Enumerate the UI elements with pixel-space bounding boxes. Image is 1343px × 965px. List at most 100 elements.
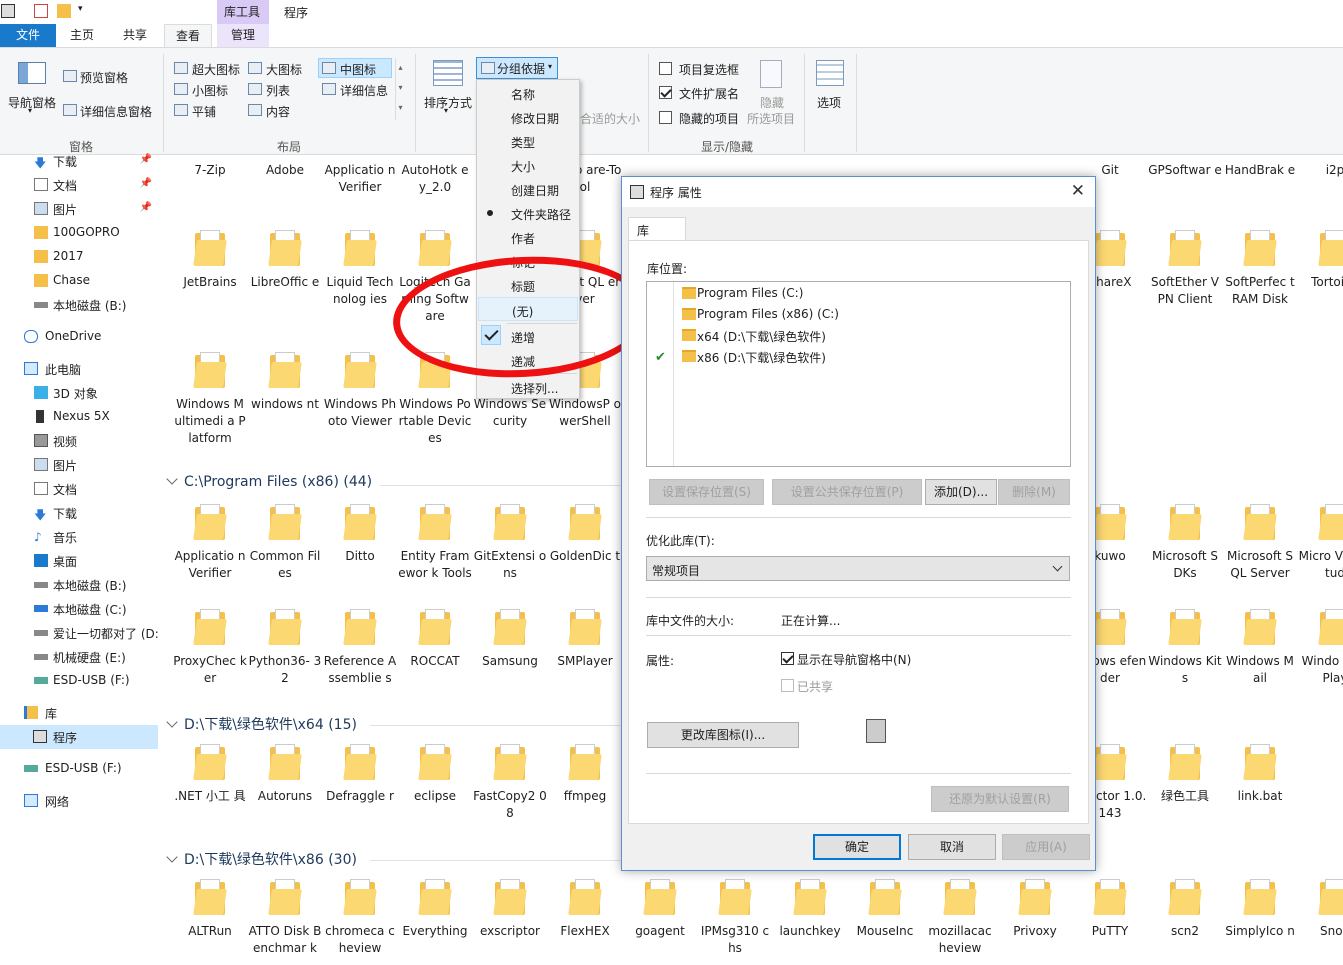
pin-icon[interactable]: 📌 xyxy=(140,154,152,165)
file-item[interactable]: IPMsg310 chs xyxy=(698,879,772,957)
nav-item-local-disk-c[interactable]: 本地磁盘 (C:) xyxy=(0,597,158,621)
nav-item-this-pc[interactable]: 此电脑 xyxy=(0,357,158,381)
size-columns-to-fit-button[interactable]: 合适的大小 xyxy=(580,110,640,127)
nav-item-nexus-5x[interactable]: Nexus 5X xyxy=(0,405,158,429)
file-item[interactable]: Micro Visu Stud xyxy=(1298,504,1343,582)
menu-item-date-modified[interactable]: 修改日期 xyxy=(477,105,579,129)
nav-item-videos[interactable]: 视频 xyxy=(0,429,158,453)
menu-item-size[interactable]: 大小 xyxy=(477,153,579,177)
apply-button[interactable]: 应用(A) xyxy=(1002,834,1090,860)
group-header-x64[interactable]: D:\下载\绿色软件\x64 (15) xyxy=(166,714,357,734)
set-public-save-location-button[interactable]: 设置公共保存位置(P) xyxy=(772,479,922,505)
set-save-location-button[interactable]: 设置保存位置(S) xyxy=(649,479,764,505)
menu-item-date-created[interactable]: 创建日期 xyxy=(477,177,579,201)
file-item[interactable]: SoftEther VPN Client xyxy=(1148,230,1222,308)
file-item[interactable]: Defraggle r xyxy=(323,744,397,805)
file-item[interactable]: Windows Mail xyxy=(1223,609,1297,687)
hidden-items-checkbox[interactable] xyxy=(659,111,672,124)
file-item[interactable]: Autoruns xyxy=(248,744,322,805)
ok-button[interactable]: 确定 xyxy=(813,834,901,860)
file-item[interactable]: Reference Assemblie s xyxy=(323,609,397,687)
file-item[interactable]: LibreOffic e xyxy=(248,230,322,291)
options-button[interactable]: 选项 xyxy=(817,94,841,111)
new-folder-icon[interactable] xyxy=(57,4,71,18)
file-item[interactable]: Microsoft SQL Server xyxy=(1223,504,1297,582)
tab-share[interactable]: 共享 xyxy=(110,24,160,48)
pin-icon[interactable]: 📌 xyxy=(140,178,152,189)
nav-item-chase[interactable]: Chase xyxy=(0,269,158,293)
menu-item-folder-path[interactable]: 文件夹路径 xyxy=(477,201,579,225)
nav-item-drive-d[interactable]: 爱让一切都对了 (D: xyxy=(0,621,159,645)
nav-item-documents[interactable]: 文档 📌 xyxy=(0,173,158,197)
properties-icon[interactable] xyxy=(34,4,48,18)
file-item[interactable]: Common Files xyxy=(248,504,322,582)
file-item[interactable]: goagent xyxy=(623,879,697,940)
tab-library[interactable]: 库 xyxy=(628,217,686,241)
file-item[interactable]: ROCCAT xyxy=(398,609,472,670)
layout-large-icons[interactable]: 大图标 xyxy=(266,61,302,78)
show-in-nav-checkbox[interactable] xyxy=(781,652,794,665)
window-icon[interactable] xyxy=(1,4,15,18)
library-locations-list[interactable]: Program Files (C:) Program Files (x86) (… xyxy=(646,281,1071,467)
nav-item-local-disk-b-pc[interactable]: 本地磁盘 (B:) xyxy=(0,573,158,597)
nav-item-downloads-pc[interactable]: 🡇 下载 xyxy=(0,501,158,525)
restore-defaults-button[interactable]: 还原为默认设置(R) xyxy=(931,786,1069,812)
nav-item-music[interactable]: ♪ 音乐 xyxy=(0,525,158,549)
file-item[interactable]: Ditto xyxy=(323,504,397,565)
file-item[interactable]: GitExtensi ons xyxy=(473,504,547,582)
nav-item-pictures[interactable]: 图片 📌 xyxy=(0,197,158,221)
file-item[interactable]: Everything xyxy=(398,879,472,940)
add-location-button[interactable]: 添加(D)... xyxy=(925,479,997,505)
nav-item-esd-usb-root[interactable]: ESD-USB (F:) xyxy=(0,757,158,781)
layout-list[interactable]: 列表 xyxy=(266,82,290,99)
file-item[interactable]: GPSoftwar e xyxy=(1148,162,1222,179)
file-item[interactable]: SimplyIco n xyxy=(1223,879,1297,940)
nav-item-desktop[interactable]: 桌面 xyxy=(0,549,158,573)
file-item[interactable]: .NET 小工 具 xyxy=(173,744,247,805)
close-icon[interactable]: ✕ xyxy=(1071,181,1085,201)
menu-item-choose-columns[interactable]: 选择列... xyxy=(477,375,579,399)
pin-icon[interactable]: 📌 xyxy=(140,202,152,213)
file-item[interactable]: SoftPerfec t RAM Disk xyxy=(1223,230,1297,308)
file-item[interactable]: 7-Zip xyxy=(173,162,247,179)
layout-tiles[interactable]: 平铺 xyxy=(192,103,216,120)
customize-quick-access-icon[interactable]: ▾ xyxy=(78,4,83,14)
nav-item-2017[interactable]: 2017 xyxy=(0,245,158,269)
file-item[interactable]: Windows Kits xyxy=(1148,609,1222,687)
optimize-select[interactable]: 常规项目 xyxy=(646,556,1070,581)
file-item[interactable]: i2p xyxy=(1298,162,1343,179)
file-item[interactable]: FastCopy2 08 xyxy=(473,744,547,822)
group-header-x86[interactable]: D:\下载\绿色软件\x86 (30) xyxy=(166,849,357,869)
file-item[interactable]: ALTRun xyxy=(173,879,247,940)
menu-item-type[interactable]: 类型 xyxy=(477,129,579,153)
tab-file[interactable]: 文件 xyxy=(0,24,56,48)
shared-checkbox[interactable] xyxy=(781,679,794,692)
file-item[interactable]: Privoxy xyxy=(998,879,1072,940)
cancel-button[interactable]: 取消 xyxy=(908,834,996,860)
group-header-program-files-x86[interactable]: C:\Program Files (x86) (44) xyxy=(166,473,372,490)
nav-item-onedrive[interactable]: OneDrive xyxy=(0,325,158,349)
file-item[interactable]: Applicatio n Verifier xyxy=(323,162,397,196)
file-item[interactable]: Windows Photo Viewer xyxy=(323,352,397,430)
file-item[interactable]: ffmpeg xyxy=(548,744,622,805)
nav-item-programs[interactable]: 程序 xyxy=(0,725,158,749)
layout-extra-large-icons[interactable]: 超大图标 xyxy=(192,61,240,78)
file-item[interactable]: Adobe xyxy=(248,162,322,179)
file-item[interactable]: Python36- 32 xyxy=(248,609,322,687)
file-item[interactable]: Windo Med Play xyxy=(1298,609,1343,687)
file-item[interactable]: windows nt xyxy=(248,352,322,413)
file-item[interactable]: PuTTY xyxy=(1073,879,1147,940)
menu-item-author[interactable]: 作者 xyxy=(477,225,579,249)
file-item[interactable]: Snoo xyxy=(1298,879,1343,940)
nav-item-3d-objects[interactable]: 3D 对象 xyxy=(0,381,158,405)
nav-item-drive-e[interactable]: 机械硬盘 (E:) xyxy=(0,645,158,669)
file-item[interactable]: Tortois t xyxy=(1298,230,1343,291)
menu-item-name[interactable]: 名称 xyxy=(477,81,579,105)
file-item[interactable]: ProxyChec ker xyxy=(173,609,247,687)
nav-item-pictures-pc[interactable]: 图片 xyxy=(0,453,158,477)
layout-small-icons[interactable]: 小图标 xyxy=(192,82,228,99)
file-item[interactable]: link.bat xyxy=(1223,744,1297,805)
file-item[interactable]: GoldenDic t xyxy=(548,504,622,565)
file-item[interactable]: AutoHotk ey_2.0 xyxy=(398,162,472,196)
details-pane-button[interactable]: 详细信息窗格 xyxy=(80,103,152,120)
